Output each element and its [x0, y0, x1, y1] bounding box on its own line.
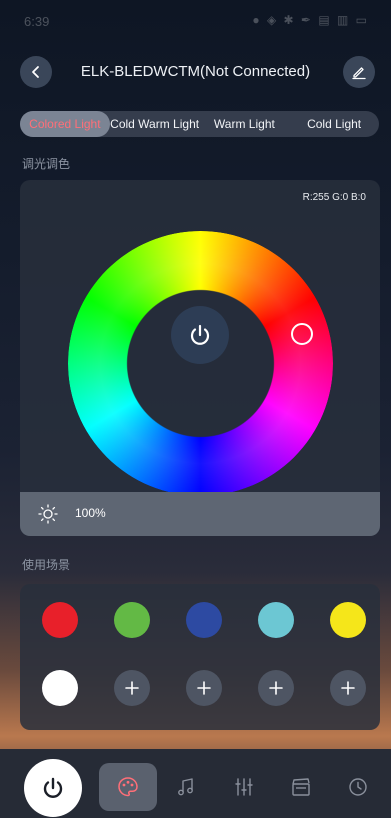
chevron-left-icon: [32, 66, 39, 78]
add-scene-button[interactable]: [330, 670, 366, 706]
scenes-section-label: 使用场景: [22, 558, 71, 572]
scenes-card: [20, 584, 380, 730]
header: ELK-BLEDWCTM(Not Connected): [0, 52, 391, 92]
color-section-label: 调光调色: [22, 157, 71, 171]
scene-swatch-blue[interactable]: [186, 602, 222, 638]
plus-icon: [341, 681, 355, 695]
page-title: ELK-BLEDWCTM(Not Connected): [80, 63, 311, 80]
nav-timer[interactable]: [329, 763, 387, 811]
edit-button[interactable]: [343, 56, 375, 88]
clapperboard-icon: [292, 778, 310, 796]
add-scene-button[interactable]: [114, 670, 150, 706]
scene-swatch-red[interactable]: [42, 602, 78, 638]
plus-icon: [125, 681, 139, 695]
tab-cold-light[interactable]: Cold Light: [289, 111, 379, 137]
brightness-value: 100%: [75, 506, 106, 520]
sun-icon: [38, 504, 58, 524]
nav-music[interactable]: [157, 763, 215, 811]
power-icon: [43, 777, 63, 798]
brightness-slider[interactable]: 100%: [20, 492, 380, 536]
color-selector-handle[interactable]: [291, 323, 313, 345]
status-time: 6:39: [24, 14, 50, 29]
light-mode-tabs: Colored Light Cold Warm Light Warm Light…: [20, 111, 379, 137]
pencil-icon: [352, 67, 366, 80]
music-note-icon: [178, 778, 193, 796]
back-button[interactable]: [20, 56, 52, 88]
scene-swatch-yellow[interactable]: [330, 602, 366, 638]
palette-icon: [118, 777, 138, 797]
tab-cold-warm-light[interactable]: Cold Warm Light: [110, 111, 200, 137]
add-scene-button[interactable]: [186, 670, 222, 706]
light-power-button[interactable]: [171, 306, 229, 364]
status-bar: 6:39 ● ◈ ✱ ✒ ▤ ▥ ▭: [0, 0, 391, 40]
nav-scenes[interactable]: [272, 763, 330, 811]
tab-warm-light[interactable]: Warm Light: [200, 111, 290, 137]
equalizer-icon: [235, 778, 253, 796]
color-card: R:255 G:0 B:0 100%: [20, 180, 380, 536]
main-power-button[interactable]: [24, 759, 82, 817]
add-scene-button[interactable]: [258, 670, 294, 706]
status-icons: ● ◈ ✱ ✒ ▤ ▥ ▭: [252, 13, 369, 27]
tab-colored-light[interactable]: Colored Light: [20, 111, 110, 137]
rgb-readout: R:255 G:0 B:0: [302, 192, 366, 203]
scene-swatch-cyan[interactable]: [258, 602, 294, 638]
nav-color-palette[interactable]: [99, 763, 157, 811]
plus-icon: [269, 681, 283, 695]
nav-equalizer[interactable]: [215, 763, 273, 811]
plus-icon: [197, 681, 211, 695]
bottom-nav: [0, 749, 391, 818]
clock-icon: [349, 778, 367, 796]
scene-swatch-white[interactable]: [42, 670, 78, 706]
power-icon: [190, 324, 210, 345]
scene-swatch-green[interactable]: [114, 602, 150, 638]
